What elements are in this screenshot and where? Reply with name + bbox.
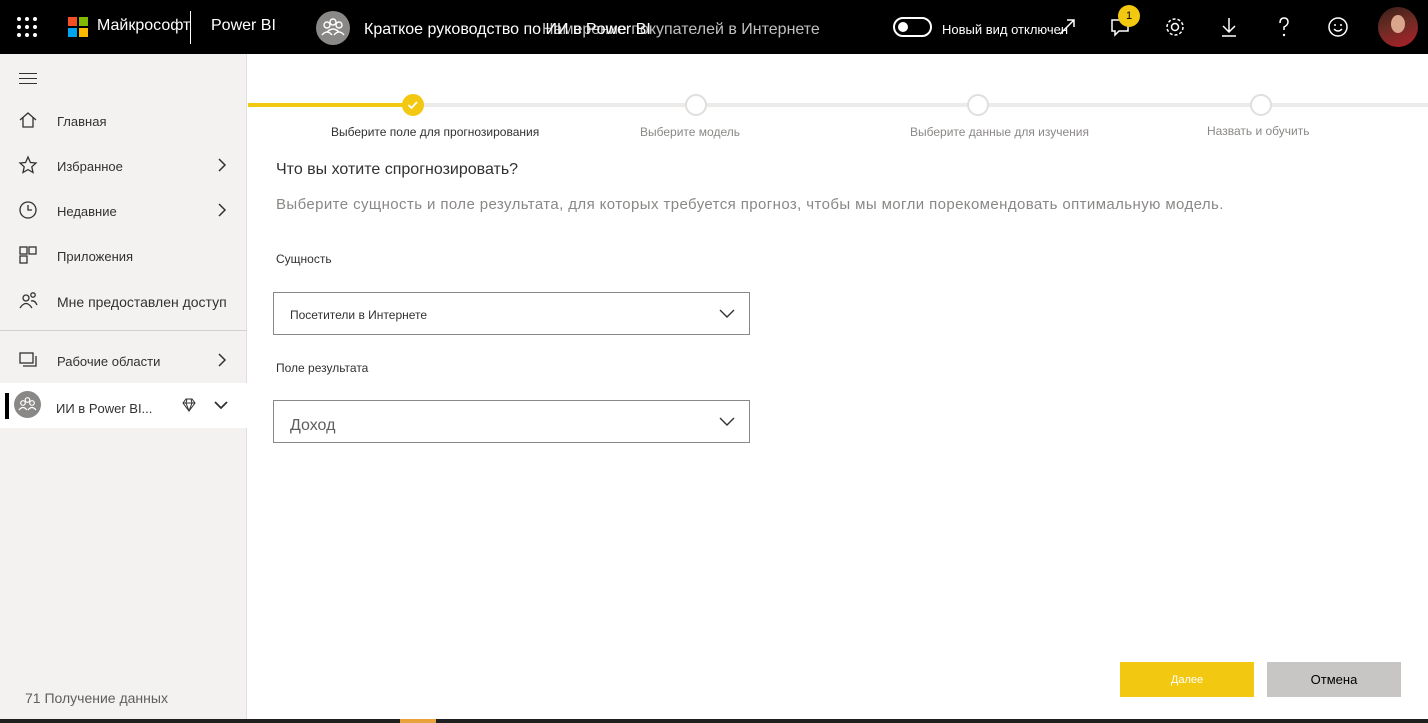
brand-name[interactable]: Майкрософт: [97, 17, 190, 35]
workspace-label: ИИ в Power BI...: [56, 401, 153, 416]
taskbar-strip: [0, 719, 1428, 723]
new-look-toggle[interactable]: [893, 17, 932, 37]
cancel-button[interactable]: Отмена: [1267, 662, 1401, 697]
step-2-dot: [685, 94, 707, 116]
sidebar-item-shared[interactable]: Мне предоставлен доступ: [0, 279, 247, 323]
step-1-label: Выберите поле для прогнозирования: [331, 125, 540, 139]
workspace-icon: [14, 391, 41, 418]
notification-badge: 1: [1118, 5, 1140, 27]
avatar[interactable]: [1378, 7, 1418, 47]
chevron-right-icon[interactable]: [214, 351, 230, 369]
shared-icon: [17, 289, 39, 311]
breadcrumb-report[interactable]: Намерение покупателей в Интернете: [542, 21, 820, 39]
page-description: Выберите сущность и поле результата, для…: [276, 196, 1224, 213]
entity-label: Сущность: [276, 252, 332, 266]
expand-icon[interactable]: [1054, 14, 1080, 40]
step-2-label: Выберите модель: [640, 125, 740, 139]
sidebar: Главная Избранное Недавние Приложения Мн…: [0, 54, 247, 723]
outcome-value: Доход: [290, 417, 336, 434]
chevron-right-icon[interactable]: [214, 201, 230, 219]
entity-dropdown[interactable]: Посетители в Интернете: [273, 292, 750, 335]
step-3-label: Выберите данные для изучения: [910, 125, 1090, 139]
sidebar-item-label: Мне предоставлен доступ: [57, 294, 227, 310]
menu-icon[interactable]: [19, 73, 37, 85]
sidebar-item-current-workspace[interactable]: ИИ в Power BI...: [0, 383, 247, 428]
microsoft-logo-icon[interactable]: [68, 17, 88, 37]
sidebar-item-favorites[interactable]: Избранное: [0, 144, 247, 188]
chevron-down-icon: [718, 414, 736, 428]
sidebar-item-label: Избранное: [57, 159, 123, 174]
step-4-label: Назвать и обучить: [1207, 124, 1310, 138]
step-4-dot: [1250, 94, 1272, 116]
premium-diamond-icon: [181, 397, 197, 413]
chevron-right-icon[interactable]: [214, 156, 230, 174]
sidebar-item-apps[interactable]: Приложения: [0, 234, 247, 278]
feedback-icon[interactable]: [1325, 14, 1351, 40]
step-3-dot: [967, 94, 989, 116]
chevron-down-icon[interactable]: [212, 397, 230, 413]
sidebar-item-label: Рабочие области: [57, 354, 161, 369]
outcome-label: Поле результата: [276, 361, 369, 375]
workspaces-icon: [17, 349, 39, 371]
clock-icon: [17, 199, 39, 221]
settings-icon[interactable]: [1162, 14, 1188, 40]
wizard-progress-fill: [248, 103, 413, 107]
get-data-link[interactable]: 71 Получение данных: [25, 690, 168, 706]
page-title: Что вы хотите спрогнозировать?: [276, 161, 519, 178]
outcome-dropdown[interactable]: Доход: [273, 400, 750, 443]
main-content: Выберите поле для прогнозирования Выбери…: [248, 54, 1428, 723]
sidebar-item-home[interactable]: Главная: [0, 99, 247, 143]
sidebar-divider: [0, 330, 247, 331]
app-launcher-icon[interactable]: [17, 17, 37, 37]
download-icon[interactable]: [1216, 14, 1242, 40]
new-look-label: Новый вид отключен: [942, 22, 1069, 37]
entity-value: Посетители в Интернете: [290, 308, 428, 322]
step-1-done-dot: [402, 94, 424, 116]
workspace-icon: [316, 11, 350, 45]
sidebar-item-recent[interactable]: Недавние: [0, 189, 247, 233]
apps-icon: [17, 244, 39, 266]
next-button[interactable]: Далее: [1120, 662, 1254, 697]
star-icon: [17, 154, 39, 176]
help-icon[interactable]: [1271, 14, 1297, 40]
brand-separator: [190, 11, 191, 44]
sidebar-item-label: Главная: [57, 114, 107, 129]
product-name[interactable]: Power BI: [211, 17, 276, 35]
sidebar-item-workspaces[interactable]: Рабочие области: [0, 339, 247, 383]
sidebar-item-label: Недавние: [57, 204, 117, 219]
chevron-down-icon: [718, 306, 736, 320]
sidebar-item-label: Приложения: [57, 249, 134, 264]
top-bar: Майкрософт Power BI Краткое руководство …: [0, 0, 1428, 54]
home-icon: [17, 109, 39, 131]
selection-indicator: [5, 393, 9, 419]
